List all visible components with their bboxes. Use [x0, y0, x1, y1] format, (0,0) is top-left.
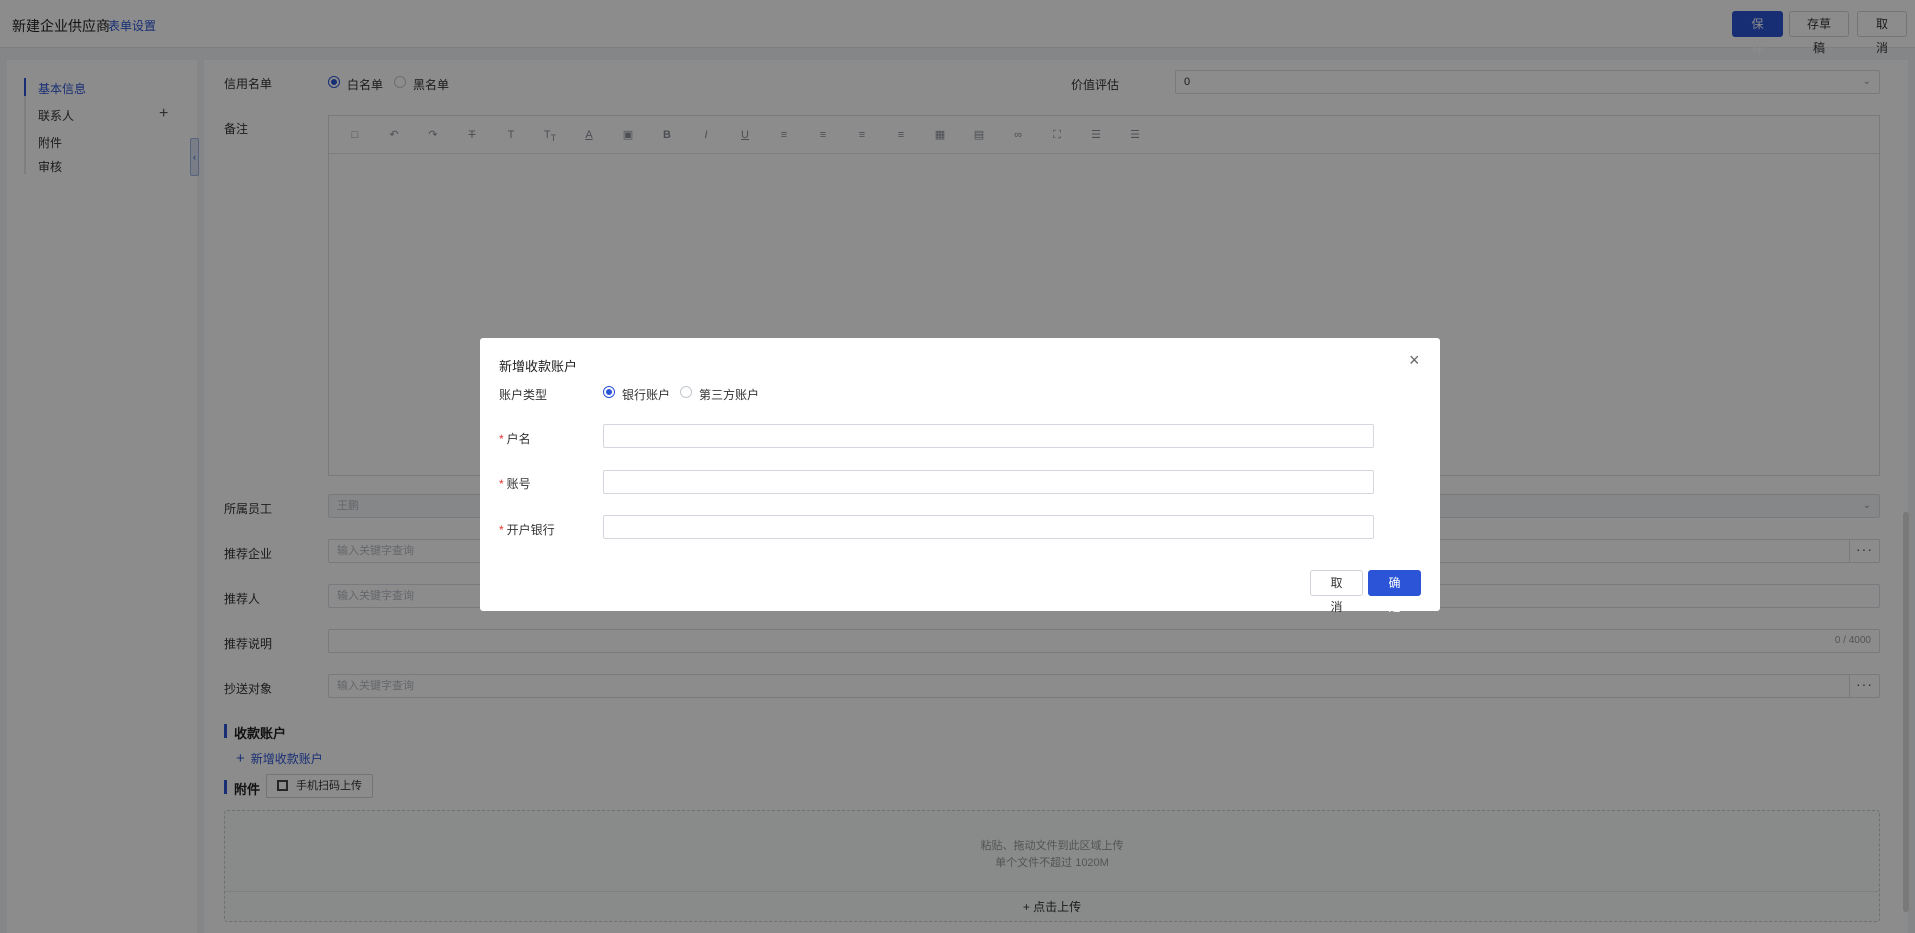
account-number-input[interactable] — [603, 470, 1374, 494]
account-type-label: 账户类型 — [499, 388, 548, 402]
dialog-confirm-button[interactable]: 确 定 — [1368, 570, 1421, 614]
bank-name-input[interactable] — [603, 515, 1374, 539]
dialog-title: 新增收款账户 — [499, 359, 578, 374]
bank-account-label[interactable]: 银行账户 — [622, 386, 670, 403]
account-number-label: * 账号 — [499, 477, 531, 491]
account-name-label: * 户名 — [499, 432, 531, 446]
third-party-account-label[interactable]: 第三方账户 — [699, 386, 759, 403]
bank-name-label: * 开户银行 — [499, 523, 555, 537]
account-name-input[interactable] — [603, 424, 1374, 448]
bank-account-radio[interactable] — [603, 386, 615, 398]
add-account-dialog: 新增收款账户 × 账户类型 银行账户 第三方账户 * 户名 * 账号 * 开户银行 取… — [480, 338, 1440, 614]
third-party-account-radio[interactable] — [680, 386, 692, 398]
dialog-cancel-button[interactable]: 取 消 — [1310, 570, 1363, 614]
close-icon[interactable]: × — [1409, 350, 1420, 371]
